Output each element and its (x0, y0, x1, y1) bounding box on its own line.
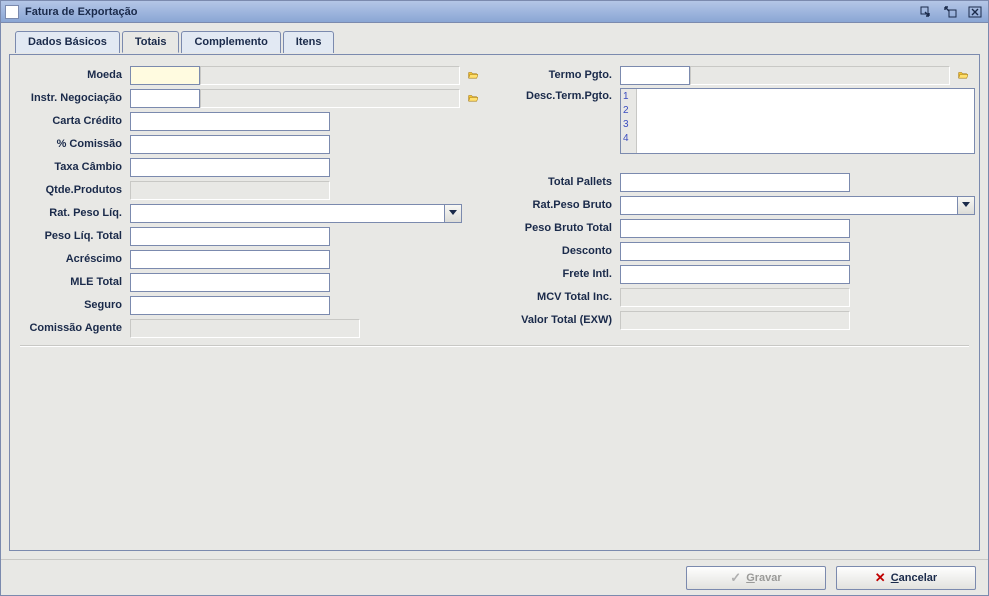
cancelar-label-rest: ancelar (899, 572, 938, 584)
label-rat-peso-bruto: Rat.Peso Bruto (508, 199, 620, 211)
label-valor-total-exw: Valor Total (EXW) (508, 314, 620, 326)
label-qtde-produtos: Qtde.Produtos (18, 184, 130, 196)
footer-button-bar: ✓ Gravar ✕ Cancelar (1, 559, 988, 595)
label-mcv-total-inc: MCV Total Inc. (508, 291, 620, 303)
content-area: Dados Básicos Totais Complemento Itens M… (1, 23, 988, 559)
folder-open-icon (468, 91, 478, 105)
check-icon: ✓ (730, 570, 741, 586)
label-mle-total: MLE Total (18, 276, 130, 288)
comissao-agente-display (130, 319, 360, 338)
tab-panel-totais: Moeda Instr. Negociação (9, 54, 980, 551)
total-pallets-input[interactable] (620, 173, 850, 192)
peso-bruto-total-input[interactable] (620, 219, 850, 238)
tab-dados-basicos[interactable]: Dados Básicos (15, 31, 120, 53)
gravar-mnemonic: G (746, 572, 755, 584)
label-total-pallets: Total Pallets (508, 176, 620, 188)
label-instr-negociacao: Instr. Negociação (18, 92, 130, 104)
label-frete-intl: Frete Intl. (508, 268, 620, 280)
termo-pgto-lookup-button[interactable] (952, 66, 974, 85)
desc-term-pgto-textarea[interactable] (637, 89, 974, 153)
chevron-down-icon (449, 210, 457, 216)
window-fatura-exportacao: Fatura de Exportação Dados Básicos Totai… (0, 0, 989, 596)
rat-peso-liq-combo[interactable] (130, 204, 444, 223)
mcv-total-inc-display (620, 288, 850, 307)
qtde-produtos-display (130, 181, 330, 200)
minimize-icon[interactable] (918, 5, 936, 19)
tab-strip: Dados Básicos Totais Complemento Itens (9, 31, 980, 53)
right-column: Termo Pgto. Desc.Term.Pgto. 1 2 (508, 65, 975, 341)
label-peso-bruto-total: Peso Bruto Total (508, 222, 620, 234)
label-desconto: Desconto (508, 245, 620, 257)
folder-open-icon (468, 68, 478, 82)
cancelar-button[interactable]: ✕ Cancelar (836, 566, 976, 590)
window-icon (5, 5, 19, 19)
label-carta-credito: Carta Crédito (18, 115, 130, 127)
label-moeda: Moeda (18, 69, 130, 81)
instr-negociacao-lookup-button[interactable] (462, 89, 484, 108)
desc-line-gutter: 1 2 3 4 (621, 89, 637, 153)
label-taxa-cambio: Taxa Câmbio (18, 161, 130, 173)
label-termo-pgto: Termo Pgto. (508, 69, 620, 81)
label-pct-comissao: % Comissão (18, 138, 130, 150)
line-number: 2 (623, 104, 634, 118)
left-column: Moeda Instr. Negociação (18, 65, 484, 341)
label-rat-peso-liq: Rat. Peso Líq. (18, 207, 130, 219)
line-number: 1 (623, 90, 634, 104)
rat-peso-liq-dropdown-button[interactable] (444, 204, 462, 223)
x-icon: ✕ (875, 570, 886, 586)
mle-total-input[interactable] (130, 273, 330, 292)
rat-peso-bruto-combo[interactable] (620, 196, 957, 215)
valor-total-exw-display (620, 311, 850, 330)
peso-liq-total-input[interactable] (130, 227, 330, 246)
close-icon[interactable] (966, 5, 984, 19)
label-acrescimo: Acréscimo (18, 253, 130, 265)
titlebar: Fatura de Exportação (1, 1, 988, 23)
window-title: Fatura de Exportação (25, 6, 918, 18)
label-seguro: Seguro (18, 299, 130, 311)
seguro-input[interactable] (130, 296, 330, 315)
label-comissao-agente: Comissão Agente (18, 322, 130, 334)
taxa-cambio-input[interactable] (130, 158, 330, 177)
pct-comissao-input[interactable] (130, 135, 330, 154)
instr-negociacao-desc-display (200, 89, 460, 108)
moeda-code-input[interactable] (130, 66, 200, 85)
moeda-desc-display (200, 66, 460, 85)
tab-totais[interactable]: Totais (122, 31, 180, 53)
maximize-icon[interactable] (942, 5, 960, 19)
moeda-lookup-button[interactable] (462, 66, 484, 85)
rat-peso-bruto-dropdown-button[interactable] (957, 196, 975, 215)
folder-open-icon (958, 68, 968, 82)
cancelar-mnemonic: C (891, 572, 899, 584)
tab-itens[interactable]: Itens (283, 31, 335, 53)
chevron-down-icon (962, 202, 970, 208)
line-number: 4 (623, 132, 634, 146)
desc-term-pgto-box: 1 2 3 4 (620, 88, 975, 154)
window-buttons (918, 5, 984, 19)
termo-pgto-desc-display (690, 66, 950, 85)
label-desc-term-pgto: Desc.Term.Pgto. (508, 88, 620, 102)
divider (20, 345, 969, 347)
frete-intl-input[interactable] (620, 265, 850, 284)
gravar-button: ✓ Gravar (686, 566, 826, 590)
label-peso-liq-total: Peso Líq. Total (18, 230, 130, 242)
acrescimo-input[interactable] (130, 250, 330, 269)
desconto-input[interactable] (620, 242, 850, 261)
termo-pgto-code-input[interactable] (620, 66, 690, 85)
tab-complemento[interactable]: Complemento (181, 31, 280, 53)
line-number: 3 (623, 118, 634, 132)
gravar-label-rest: ravar (755, 572, 782, 584)
carta-credito-input[interactable] (130, 112, 330, 131)
instr-negociacao-code-input[interactable] (130, 89, 200, 108)
